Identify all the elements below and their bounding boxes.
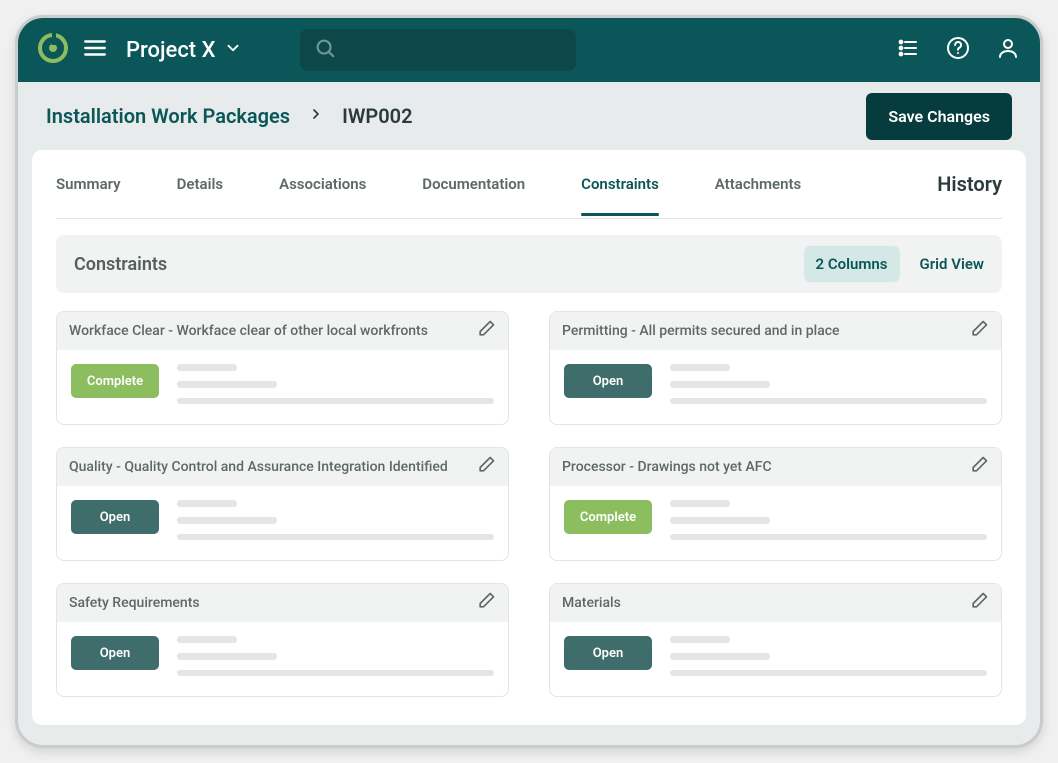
tab-constraints[interactable]: Constraints bbox=[581, 153, 659, 215]
constraint-header: Materials bbox=[550, 584, 1001, 622]
constraints-grid: Workface Clear - Workface clear of other… bbox=[56, 311, 1002, 697]
help-icon[interactable] bbox=[946, 36, 970, 64]
constraint-header: Workface Clear - Workface clear of other… bbox=[57, 312, 508, 350]
edit-icon[interactable] bbox=[476, 455, 496, 479]
tab-associations[interactable]: Associations bbox=[279, 153, 366, 215]
project-name: Project X bbox=[126, 38, 216, 63]
list-icon[interactable] bbox=[896, 36, 920, 64]
logo-hamburger-group bbox=[38, 33, 108, 67]
status-pill[interactable]: Open bbox=[71, 500, 159, 534]
status-pill[interactable]: Complete bbox=[564, 500, 652, 534]
placeholder-lines bbox=[670, 364, 987, 404]
search-icon bbox=[314, 37, 336, 63]
chevron-down-icon bbox=[224, 38, 242, 63]
app-frame: Project X Installation Work Packages bbox=[15, 15, 1043, 748]
placeholder-lines bbox=[177, 500, 494, 540]
constraint-body: Complete bbox=[550, 486, 1001, 560]
menu-icon[interactable] bbox=[82, 35, 108, 65]
status-pill[interactable]: Open bbox=[564, 364, 652, 398]
constraint-body: Open bbox=[550, 622, 1001, 696]
status-pill[interactable]: Open bbox=[71, 636, 159, 670]
constraint-header: Processor - Drawings not yet AFC bbox=[550, 448, 1001, 486]
constraint-card: Quality - Quality Control and Assurance … bbox=[56, 447, 509, 561]
edit-icon[interactable] bbox=[476, 591, 496, 615]
placeholder-lines bbox=[177, 636, 494, 676]
constraint-card: Safety Requirements Open bbox=[56, 583, 509, 697]
placeholder-lines bbox=[177, 364, 494, 404]
constraint-title: Permitting - All permits secured and in … bbox=[562, 323, 840, 339]
tabs-row: Summary Details Associations Documentation C… bbox=[56, 150, 1002, 219]
tab-summary[interactable]: Summary bbox=[56, 153, 121, 215]
constraint-header: Permitting - All permits secured and in … bbox=[550, 312, 1001, 350]
breadcrumb-current: IWP002 bbox=[342, 104, 412, 128]
constraint-card: Processor - Drawings not yet AFC Complete bbox=[549, 447, 1002, 561]
content-area: Summary Details Associations Documentation C… bbox=[18, 150, 1040, 745]
tab-attachments[interactable]: Attachments bbox=[715, 153, 801, 215]
user-icon[interactable] bbox=[996, 36, 1020, 64]
main-card: Summary Details Associations Documentation C… bbox=[32, 150, 1026, 725]
breadcrumb-parent[interactable]: Installation Work Packages bbox=[46, 104, 290, 128]
topbar-actions bbox=[896, 36, 1020, 64]
search-box[interactable] bbox=[300, 29, 576, 71]
placeholder-lines bbox=[670, 500, 987, 540]
status-pill[interactable]: Open bbox=[564, 636, 652, 670]
constraint-title: Safety Requirements bbox=[69, 595, 200, 611]
app-logo-icon bbox=[38, 33, 68, 67]
tab-history[interactable]: History bbox=[937, 150, 1002, 218]
constraint-title: Workface Clear - Workface clear of other… bbox=[69, 323, 428, 339]
constraint-title: Processor - Drawings not yet AFC bbox=[562, 459, 772, 475]
edit-icon[interactable] bbox=[969, 455, 989, 479]
constraint-card: Permitting - All permits secured and in … bbox=[549, 311, 1002, 425]
save-changes-button[interactable]: Save Changes bbox=[866, 93, 1012, 140]
edit-icon[interactable] bbox=[476, 319, 496, 343]
constraint-body: Open bbox=[57, 486, 508, 560]
columns-chip[interactable]: 2 Columns bbox=[804, 246, 900, 282]
constraint-body: Complete bbox=[57, 350, 508, 424]
constraint-title: Quality - Quality Control and Assurance … bbox=[69, 459, 448, 475]
constraint-title: Materials bbox=[562, 595, 621, 611]
edit-icon[interactable] bbox=[969, 591, 989, 615]
constraint-card: Materials Open bbox=[549, 583, 1002, 697]
top-bar: Project X bbox=[18, 18, 1040, 82]
section-title: Constraints bbox=[74, 254, 167, 275]
breadcrumb-bar: Installation Work Packages IWP002 Save C… bbox=[18, 82, 1040, 150]
placeholder-lines bbox=[670, 636, 987, 676]
tab-details[interactable]: Details bbox=[177, 153, 223, 215]
constraint-header: Quality - Quality Control and Assurance … bbox=[57, 448, 508, 486]
project-switcher[interactable]: Project X bbox=[126, 38, 242, 63]
chevron-right-icon bbox=[308, 106, 324, 126]
constraint-body: Open bbox=[550, 350, 1001, 424]
constraint-header: Safety Requirements bbox=[57, 584, 508, 622]
grid-view-toggle[interactable]: Grid View bbox=[920, 255, 984, 273]
edit-icon[interactable] bbox=[969, 319, 989, 343]
status-pill[interactable]: Complete bbox=[71, 364, 159, 398]
constraint-body: Open bbox=[57, 622, 508, 696]
constraint-card: Workface Clear - Workface clear of other… bbox=[56, 311, 509, 425]
tab-documentation[interactable]: Documentation bbox=[422, 153, 525, 215]
section-header: Constraints 2 Columns Grid View bbox=[56, 235, 1002, 293]
